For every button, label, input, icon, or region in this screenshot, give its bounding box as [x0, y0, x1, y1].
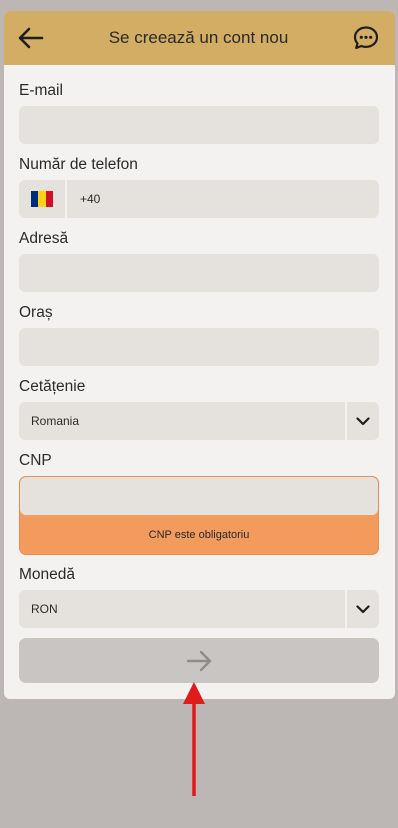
phone-group: Număr de telefon +40 [19, 155, 380, 229]
registration-form: E-mail Număr de telefon +40 Adresă Oraș … [4, 65, 395, 683]
cnp-error-container: CNP este obligatoriu [19, 476, 379, 555]
cnp-error-message: CNP este obligatoriu [148, 529, 250, 541]
romania-flag-icon [31, 191, 53, 207]
citizenship-label: Cetățenie [19, 378, 86, 395]
chat-bubble-icon[interactable] [351, 23, 381, 53]
registration-card: Se creează un cont nou E-mail Număr de t… [4, 11, 395, 699]
page-title: Se creează un cont nou [108, 28, 289, 47]
chevron-down-icon[interactable] [345, 402, 379, 440]
city-label: Oraș [19, 304, 53, 321]
email-field[interactable] [19, 106, 379, 144]
citizenship-value: Romania [31, 414, 80, 428]
country-flag-selector[interactable] [19, 180, 67, 218]
app-header: Se creează un cont nou [4, 11, 395, 65]
currency-label: Monedă [19, 566, 76, 583]
citizenship-select[interactable]: Romania [19, 402, 379, 440]
address-group: Adresă [19, 229, 380, 303]
address-field[interactable] [19, 254, 379, 292]
annotation-arrow-icon [183, 682, 205, 796]
back-arrow-icon[interactable] [16, 23, 46, 53]
cnp-group: CNP CNP este obligatoriu [19, 451, 380, 565]
cnp-label: CNP [19, 452, 52, 469]
currency-group: Monedă RON [19, 565, 380, 638]
currency-value: RON [31, 602, 58, 616]
address-label: Adresă [19, 230, 69, 247]
city-group: Oraș [19, 303, 380, 377]
forward-arrow-icon [186, 650, 212, 671]
submit-button[interactable] [19, 638, 379, 683]
citizenship-group: Cetățenie Romania [19, 377, 380, 451]
cnp-field[interactable] [20, 477, 378, 515]
phone-prefix: +40 [80, 192, 101, 206]
currency-select[interactable]: RON [19, 590, 379, 628]
email-label: E-mail [19, 82, 63, 99]
city-field[interactable] [19, 328, 379, 366]
chevron-down-icon[interactable] [345, 590, 379, 628]
email-group: E-mail [19, 81, 380, 155]
phone-label: Număr de telefon [19, 156, 138, 173]
phone-field[interactable]: +40 [19, 180, 379, 218]
